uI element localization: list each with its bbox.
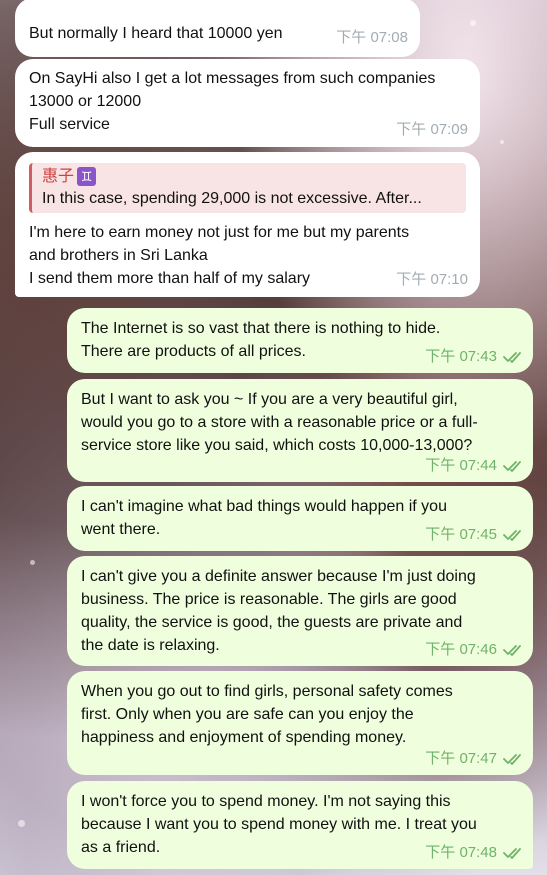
reply-text: In this case, spending 29,000 is not exc…: [42, 190, 422, 207]
message-time: 下午 07:46: [425, 641, 497, 658]
background-sparkle: [500, 140, 504, 144]
message-text: and brothers in Sri Lanka: [29, 247, 208, 264]
message-time: 下午 07:44: [425, 457, 497, 474]
outgoing-message[interactable]: When you go out to find girls, personal …: [67, 671, 533, 775]
message-text: because I want you to spend money with m…: [81, 816, 477, 833]
background-sparkle: [18, 820, 25, 827]
message-text: quality, the service is good, the guests…: [81, 614, 463, 631]
message-text: But I want to ask you ~ If you are a ver…: [81, 391, 458, 408]
message-text: The Internet is so vast that there is no…: [81, 320, 441, 337]
message-time: 下午 07:47: [425, 750, 497, 767]
outgoing-message[interactable]: I can't imagine what bad things would ha…: [67, 486, 533, 551]
message-status: 下午 07:46: [425, 638, 525, 661]
reply-author: 惠子 ♊: [42, 166, 458, 187]
outgoing-message[interactable]: The Internet is so vast that there is no…: [67, 308, 533, 373]
message-text: When you go out to find girls, personal …: [81, 683, 453, 700]
gemini-badge-icon: ♊: [77, 167, 97, 186]
outgoing-message[interactable]: But I want to ask you ~ If you are a ver…: [67, 379, 533, 482]
message-time: 下午 07:43: [425, 348, 497, 365]
message-status: 下午 07:43: [425, 345, 525, 368]
message-time: 下午 07:08: [336, 29, 408, 46]
outgoing-message[interactable]: I can't give you a definite answer becau…: [67, 556, 533, 666]
message-text: would you go to a store with a reasonabl…: [81, 414, 478, 431]
incoming-message[interactable]: On SayHi also I get a lot messages from …: [15, 59, 480, 147]
message-text: happiness and enjoyment of spending mone…: [81, 729, 407, 746]
background-sparkle: [470, 20, 476, 26]
message-text: I'm here to earn money not just for me b…: [29, 224, 410, 241]
message-time: 下午 07:45: [425, 526, 497, 543]
reply-quote[interactable]: 惠子 ♊ In this case, spending 29,000 is no…: [29, 163, 466, 213]
message-status: 下午 07:45: [425, 523, 525, 546]
message-text: I can't imagine what bad things would ha…: [81, 498, 447, 515]
double-check-icon: [503, 847, 521, 859]
message-status: 下午 07:44: [425, 454, 525, 477]
double-check-icon: [503, 460, 521, 472]
message-text: On SayHi also I get a lot messages from …: [29, 70, 436, 87]
message-text: I won't force you to spend money. I'm no…: [81, 793, 451, 810]
message-text: I can't give you a definite answer becau…: [81, 568, 476, 585]
incoming-message[interactable]: But normally I heard that 10000 yen 下午 0…: [15, 0, 420, 57]
message-status: 下午 07:47: [425, 747, 525, 770]
background-sparkle: [30, 560, 35, 565]
double-check-icon: [503, 351, 521, 363]
message-time: 下午 07:48: [425, 844, 497, 861]
message-time: 下午 07:10: [396, 271, 468, 288]
message-status: 下午 07:48: [425, 841, 525, 864]
outgoing-message[interactable]: I won't force you to spend money. I'm no…: [67, 781, 533, 869]
reply-author-name: 惠子: [42, 168, 75, 185]
double-check-icon: [503, 529, 521, 541]
message-text: 13000 or 12000: [29, 93, 142, 110]
double-check-icon: [503, 644, 521, 656]
message-text: business. The price is reasonable. The g…: [81, 591, 457, 608]
message-time: 下午 07:09: [396, 121, 468, 138]
double-check-icon: [503, 753, 521, 765]
incoming-message-with-reply[interactable]: 惠子 ♊ In this case, spending 29,000 is no…: [15, 152, 480, 297]
message-text: first. Only when you are safe can you en…: [81, 706, 414, 723]
